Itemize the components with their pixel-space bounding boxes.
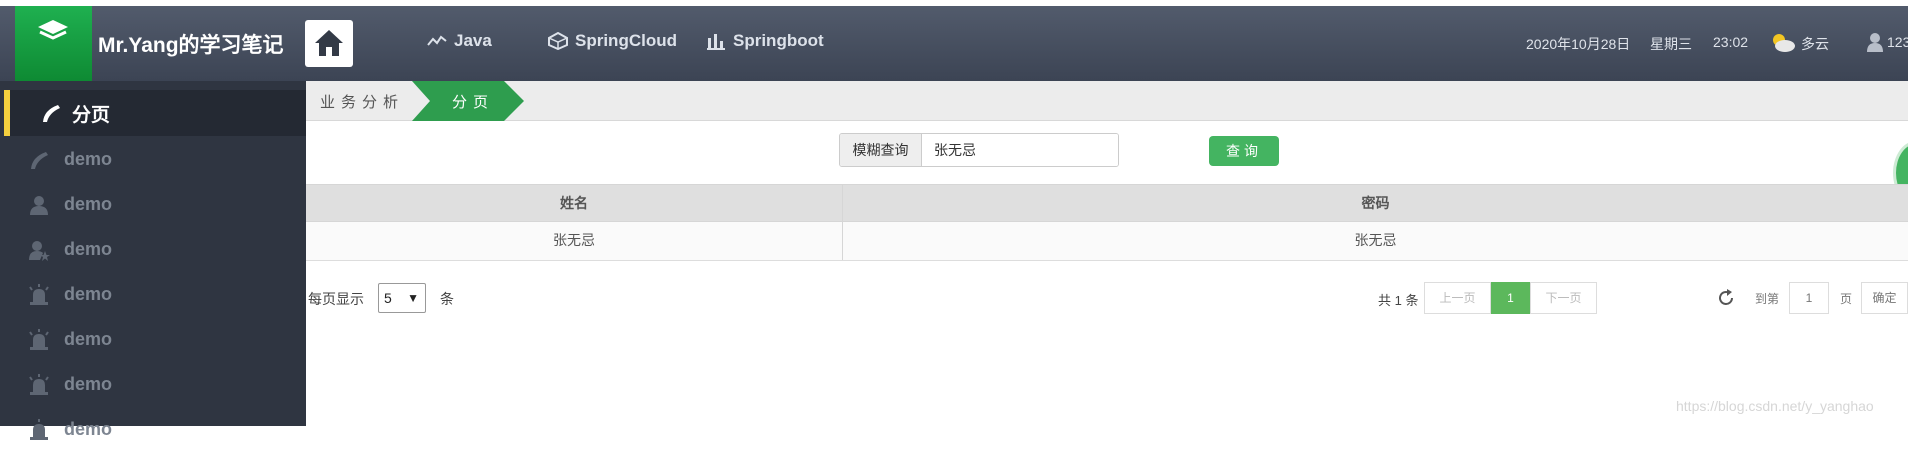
sidebar-item-demo[interactable]: demo xyxy=(0,227,306,272)
sidebar-item-demo[interactable]: demo xyxy=(0,137,306,182)
sidebar-item-demo[interactable]: demo xyxy=(0,407,306,452)
nav-java-label: Java xyxy=(454,31,492,50)
nav-java[interactable]: Java xyxy=(427,31,492,51)
breadcrumb-current-label: 分页 xyxy=(452,94,495,111)
search-addon-label: 模糊查询 xyxy=(840,134,922,166)
sidebar-item-demo[interactable]: demo xyxy=(0,317,306,362)
sidebar-item-label: demo xyxy=(64,194,113,214)
sidebar-item-demo[interactable]: demo xyxy=(0,182,306,227)
weather-label: 多云 xyxy=(1801,36,1829,52)
bar-chart-icon xyxy=(707,34,725,50)
column-header-name[interactable]: 姓名 xyxy=(306,185,843,221)
breadcrumb-parent[interactable]: 业务分析 xyxy=(320,91,404,112)
nav-springboot-label: Springboot xyxy=(733,31,824,50)
nav-springboot[interactable]: Springboot xyxy=(706,31,824,51)
table-cell: 张无忌 xyxy=(306,222,843,260)
nav-springcloud[interactable]: SpringCloud xyxy=(548,31,677,51)
per-page-value: 5 xyxy=(384,290,392,306)
user-name[interactable]: 123 xyxy=(1887,34,1908,50)
user-icon[interactable] xyxy=(1866,32,1884,52)
watermark: https://blog.csdn.net/y_yanghao xyxy=(1676,398,1874,414)
sidebar-item-label: demo xyxy=(64,149,113,169)
total-count: 共 1 条 xyxy=(1378,293,1419,308)
sidebar-item-label: demo xyxy=(64,284,113,304)
sidebar-item-label: demo xyxy=(64,419,113,439)
table-header: 姓名 密码 xyxy=(306,184,1908,222)
page-unit-label: 页 xyxy=(1840,292,1853,306)
layers-icon xyxy=(38,20,68,40)
next-page-button[interactable]: 下一页 xyxy=(1530,282,1597,314)
query-button[interactable]: 查询 xyxy=(1209,136,1279,166)
top-header: Mr.Yang的学习笔记 Java SpringCloud Springboot… xyxy=(0,6,1908,81)
prev-page-button[interactable]: 上一页 xyxy=(1424,282,1491,314)
search-group: 模糊查询 xyxy=(839,133,1119,167)
phone-icon xyxy=(43,105,60,122)
line-chart-icon xyxy=(427,35,447,46)
alarm-icon xyxy=(29,284,49,305)
per-page-label: 每页显示 xyxy=(308,291,364,307)
user-icon xyxy=(30,196,48,215)
breadcrumb-current: 分页 xyxy=(412,81,524,121)
time-display: 23:02 xyxy=(1713,34,1749,50)
home-icon xyxy=(315,30,343,56)
phone-icon xyxy=(31,152,48,169)
table-row[interactable]: 张无忌 张无忌 xyxy=(306,222,1908,261)
app-logo[interactable] xyxy=(15,6,92,81)
breadcrumb: 业务分析 分页 xyxy=(306,81,1908,121)
per-page-unit: 条 xyxy=(440,291,454,307)
home-button[interactable] xyxy=(305,20,353,67)
sidebar-item-label: demo xyxy=(64,329,113,349)
sidebar-item-label: demo xyxy=(64,239,113,259)
sidebar-item-label: demo xyxy=(64,374,113,394)
alarm-icon xyxy=(30,419,48,440)
data-table: 姓名 密码 张无忌 张无忌 xyxy=(306,184,1908,261)
table-cell: 张无忌 xyxy=(1354,232,1397,248)
sidebar-item-demo[interactable]: demo xyxy=(0,272,306,317)
sidebar-item-label: 分页 xyxy=(72,104,111,126)
date-display: 2020年10月28日 xyxy=(1526,36,1631,52)
refresh-icon[interactable] xyxy=(1716,288,1736,308)
goto-label: 到第 xyxy=(1755,292,1780,306)
search-input[interactable] xyxy=(922,134,1118,166)
weekday-display: 星期三 xyxy=(1650,36,1692,52)
goto-page-input[interactable]: 1 xyxy=(1789,282,1829,314)
sidebar-item-demo[interactable]: demo xyxy=(0,362,306,407)
confirm-button[interactable]: 确定 xyxy=(1861,282,1908,314)
current-page-button[interactable]: 1 xyxy=(1491,282,1530,314)
per-page-select[interactable]: 5 ▼ xyxy=(378,283,426,313)
dropdown-arrow-icon: ▼ xyxy=(407,291,419,305)
alarm-icon xyxy=(29,329,49,350)
column-header-password[interactable]: 密码 xyxy=(843,185,1908,221)
app-title: Mr.Yang的学习笔记 xyxy=(98,34,284,57)
cube-icon xyxy=(548,32,568,50)
sidebar: 分页 demo demo demo demo demo demo demo xyxy=(0,81,306,440)
nav-springcloud-label: SpringCloud xyxy=(575,31,677,50)
cloudy-weather-icon xyxy=(1773,34,1795,52)
alarm-icon xyxy=(29,374,49,395)
user-star-icon xyxy=(29,241,50,261)
sidebar-item-active[interactable]: 分页 xyxy=(4,90,306,136)
